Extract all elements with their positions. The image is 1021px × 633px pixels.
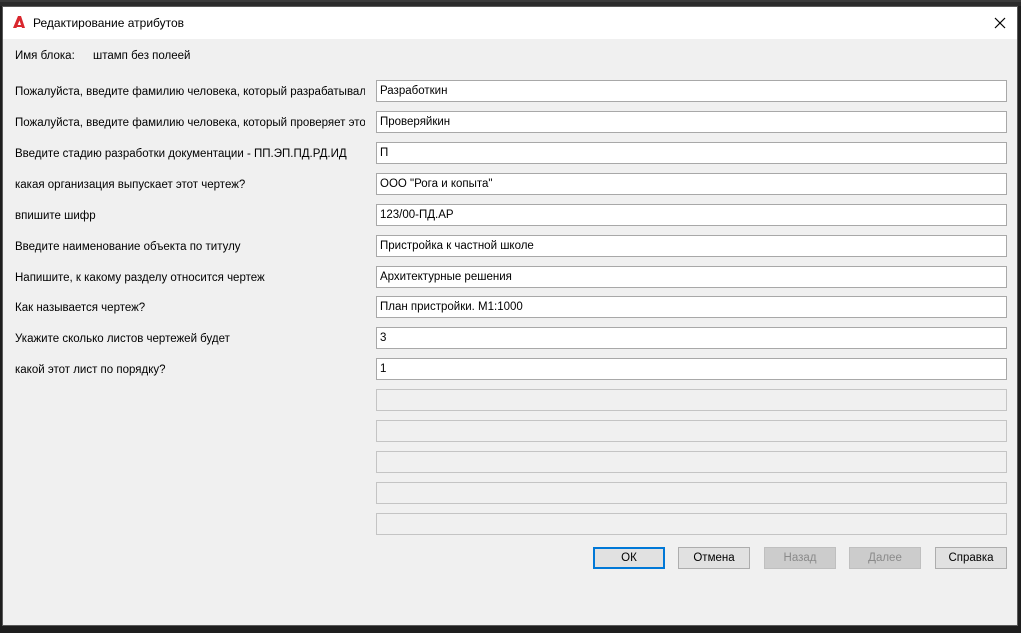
empty-attribute-row	[3, 389, 1017, 413]
attribute-row: Пожалуйста, введите фамилию человека, ко…	[3, 80, 1017, 104]
title-bar[interactable]: Редактирование атрибутов	[3, 7, 1017, 39]
autocad-logo-icon	[13, 16, 25, 28]
attribute-row: Пожалуйста, введите фамилию человека, ко…	[3, 111, 1017, 135]
cancel-button[interactable]: Отмена	[678, 547, 750, 569]
attribute-label: впишите шифр	[15, 210, 96, 222]
desktop-accent	[0, 0, 1021, 2]
attribute-label: Напишите, к какому разделу относится чер…	[15, 272, 265, 284]
attribute-row: впишите шифр	[3, 204, 1017, 228]
empty-attribute-input	[376, 389, 1007, 411]
attribute-label: Введите наименование объекта по титулу	[15, 241, 241, 253]
attribute-label: Укажите сколько листов чертежей будет	[15, 333, 230, 345]
attribute-input[interactable]	[376, 80, 1007, 102]
close-icon	[994, 17, 1006, 29]
empty-attribute-input	[376, 451, 1007, 473]
empty-attribute-input	[376, 482, 1007, 504]
attribute-row: Напишите, к какому разделу относится чер…	[3, 266, 1017, 290]
attribute-row: Введите наименование объекта по титулу	[3, 235, 1017, 259]
attribute-input[interactable]	[376, 327, 1007, 349]
attribute-label: Пожалуйста, введите фамилию человека, ко…	[15, 86, 365, 98]
attribute-input[interactable]	[376, 142, 1007, 164]
attribute-label: Введите стадию разработки документации -…	[15, 148, 347, 160]
attribute-row: Как называется чертеж?	[3, 296, 1017, 320]
edit-attributes-dialog: Редактирование атрибутов Имя блока: штам…	[2, 6, 1018, 626]
attribute-input[interactable]	[376, 235, 1007, 257]
block-name-label: Имя блока:	[15, 50, 75, 62]
block-name-row: Имя блока: штамп без полеей	[15, 50, 190, 62]
next-button: Далее	[849, 547, 921, 569]
attribute-label: Как называется чертеж?	[15, 302, 146, 314]
attribute-label: какой этот лист по порядку?	[15, 364, 166, 376]
attribute-row: Введите стадию разработки документации -…	[3, 142, 1017, 166]
empty-attribute-row	[3, 482, 1017, 506]
empty-attribute-input	[376, 513, 1007, 535]
attribute-input[interactable]	[376, 358, 1007, 380]
ok-button[interactable]: ОК	[593, 547, 665, 569]
attribute-label: Пожалуйста, введите фамилию человека, ко…	[15, 117, 365, 129]
empty-attribute-input	[376, 420, 1007, 442]
empty-attribute-row	[3, 420, 1017, 444]
empty-attribute-row	[3, 513, 1017, 537]
attribute-input[interactable]	[376, 296, 1007, 318]
attribute-input[interactable]	[376, 266, 1007, 288]
window-title: Редактирование атрибутов	[33, 16, 185, 30]
block-name-value: штамп без полеей	[93, 50, 191, 62]
attribute-label: какая организация выпускает этот чертеж?	[15, 179, 246, 191]
attribute-input[interactable]	[376, 173, 1007, 195]
close-button[interactable]	[987, 11, 1013, 35]
empty-attribute-row	[3, 451, 1017, 475]
attribute-row: какой этот лист по порядку?	[3, 358, 1017, 382]
attribute-row: какая организация выпускает этот чертеж?	[3, 173, 1017, 197]
attribute-input[interactable]	[376, 204, 1007, 226]
help-button[interactable]: Справка	[935, 547, 1007, 569]
back-button: Назад	[764, 547, 836, 569]
attribute-input[interactable]	[376, 111, 1007, 133]
attribute-row: Укажите сколько листов чертежей будет	[3, 327, 1017, 351]
